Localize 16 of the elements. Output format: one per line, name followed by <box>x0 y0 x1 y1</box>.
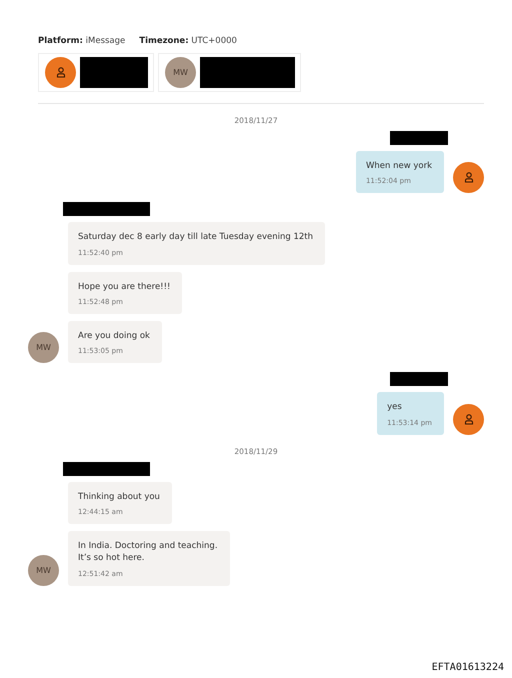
timezone-text: Timezone: UTC+0000 <box>139 36 237 46</box>
platform-text: Platform: iMessage <box>38 36 126 46</box>
person-avatar-icon <box>453 162 484 194</box>
message-text: When new york <box>366 160 432 172</box>
initials-avatar: MW <box>165 57 196 88</box>
message-text: yes <box>387 401 403 414</box>
message-text: Hope you are there!!! <box>78 280 170 293</box>
message-text: Thinking about you <box>78 490 160 503</box>
person-avatar-icon <box>453 404 484 435</box>
initials-avatar: MW <box>28 554 59 586</box>
message-text: Saturday dec 8 early day till late Tuesday evening 12th <box>78 231 313 244</box>
initials-avatar: MW <box>28 332 59 364</box>
message-text: Are you doing ok <box>78 330 150 342</box>
person-avatar-icon <box>45 57 76 88</box>
document-id: EFTA01613224 <box>432 662 504 673</box>
message-text: In India. Doctoring and teaching. It’s so hot here. <box>78 540 218 564</box>
